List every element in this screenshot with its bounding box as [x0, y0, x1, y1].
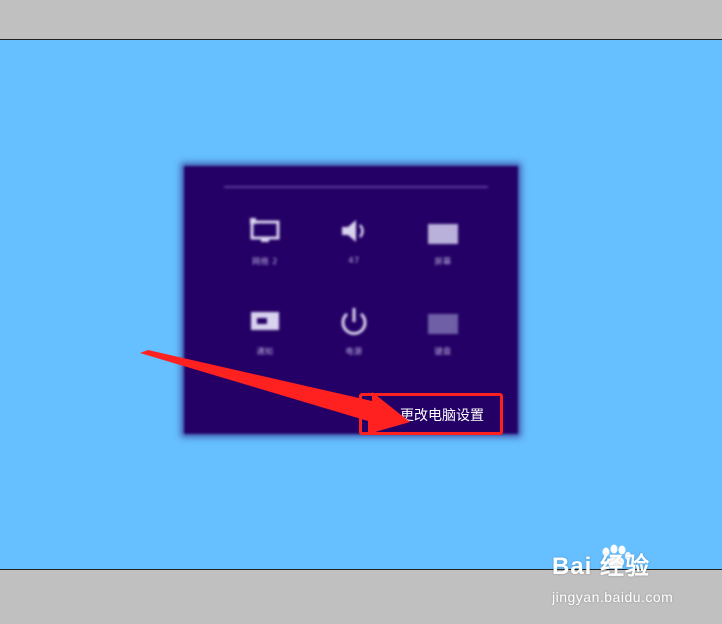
baidu-watermark-site: jingyan.baidu.com — [552, 589, 674, 605]
baidu-watermark-brand: Bai 经验 — [552, 553, 651, 580]
red-arrow-annotation — [140, 350, 410, 434]
